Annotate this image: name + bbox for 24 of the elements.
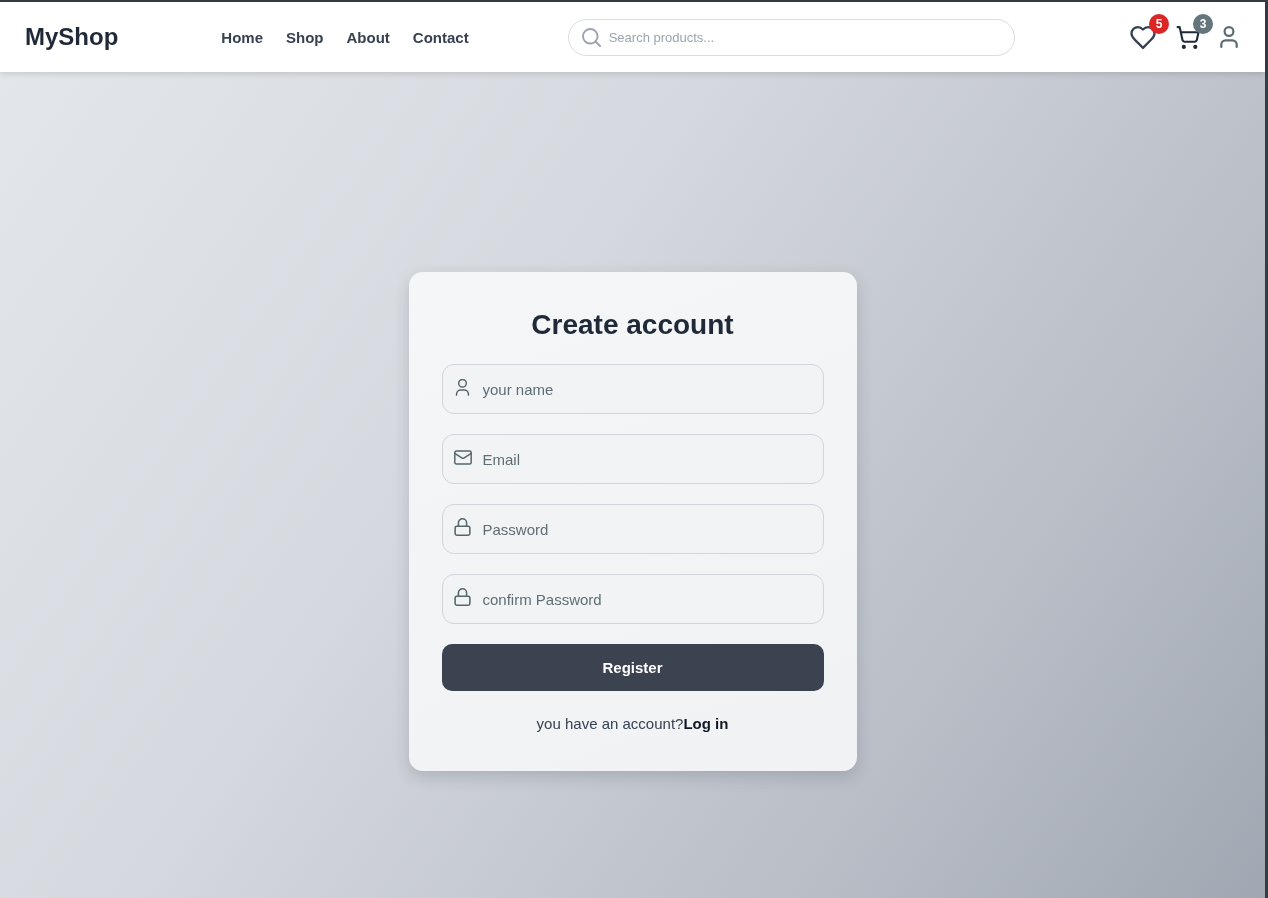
- nav-link[interactable]: Shop: [286, 28, 324, 46]
- shop-logo[interactable]: MyShop: [25, 23, 119, 51]
- nav-link[interactable]: Home: [221, 28, 263, 46]
- login-prompt: you have an account?: [536, 715, 684, 732]
- search-icon: [581, 27, 601, 47]
- heart-icon[interactable]: [1130, 25, 1156, 49]
- count-badge: 3: [1193, 13, 1213, 34]
- search-field[interactable]: Search products...: [567, 18, 1015, 56]
- password-field[interactable]: confirm Password: [441, 574, 824, 624]
- padlock-icon: [454, 588, 471, 606]
- nav-link[interactable]: About: [346, 28, 390, 46]
- cart-icon[interactable]: [1176, 25, 1200, 49]
- form-title: Create account: [530, 308, 735, 342]
- name-field[interactable]: your name: [441, 364, 824, 414]
- register-button[interactable]: Register: [441, 644, 824, 691]
- user-icon[interactable]: [1220, 26, 1238, 48]
- person-icon: [455, 378, 470, 396]
- password-field[interactable]: Password: [441, 504, 824, 554]
- email-field[interactable]: Email: [441, 434, 824, 484]
- envelope-icon: [453, 449, 472, 465]
- padlock-icon: [454, 518, 471, 536]
- nav-link[interactable]: Contact: [412, 28, 469, 46]
- count-badge: 5: [1149, 13, 1169, 34]
- login-link[interactable]: Log in: [683, 715, 729, 732]
